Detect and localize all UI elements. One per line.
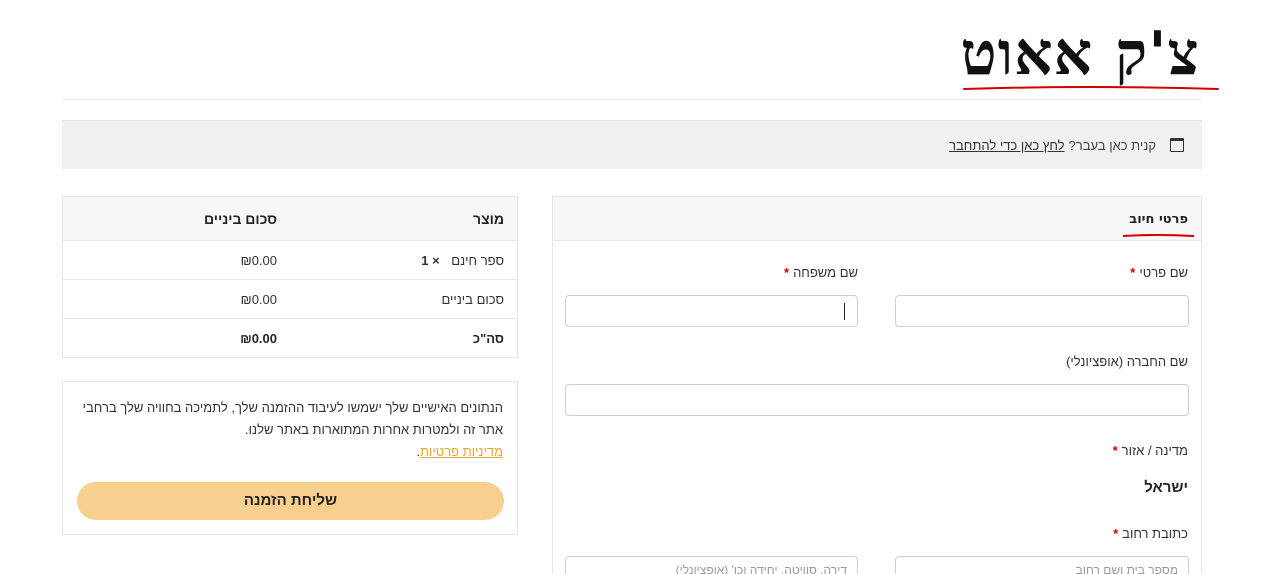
subtotal-label: סכום ביניים (441, 291, 504, 307)
table-row: ספר חינם × 1 ₪0.00 (63, 240, 517, 279)
login-notice: קנית כאן בעבר? לחץ כאן כדי להתחבר (62, 120, 1202, 169)
first-name-field[interactable] (895, 295, 1189, 327)
product-column-header: מוצר (473, 210, 504, 227)
billing-tab-underline (1122, 234, 1195, 237)
total-label: סה"כ (472, 330, 504, 346)
privacy-box: הנתונים האישיים שלך ישמשו לעיבוד ההזמנה … (62, 381, 518, 535)
privacy-text: הנתונים האישיים שלך ישמשו לעיבוד ההזמנה … (82, 400, 503, 437)
place-order-button[interactable]: שליחת הזמנה (77, 482, 504, 520)
first-name-label: שם פרטי* (1130, 265, 1188, 280)
privacy-policy-link[interactable]: מדיניות פרטיות (420, 444, 503, 459)
last-name-field[interactable] (565, 295, 858, 327)
order-summary-table: מוצר סכום ביניים ספר חינם × 1 ₪0.00 סכום… (62, 196, 518, 358)
street-address-label: כתובת רחוב* (1113, 526, 1188, 541)
street-address-placeholder: מספר בית ושם רחוב (1075, 563, 1178, 574)
billing-title[interactable]: פרטי חיוב (1129, 212, 1188, 227)
text-caret (844, 303, 845, 320)
page-title: צ'ק אאוט (960, 19, 1200, 89)
street-address-field[interactable]: מספר בית ושם רחוב (895, 556, 1189, 574)
billing-details: פרטי חיוב שם פרטי* שם משפחה* שם החברה (א… (552, 196, 1202, 574)
cart-item-total: ₪0.00 (240, 252, 277, 268)
total-value: ₪0.00 (240, 330, 277, 346)
subtotal-value: ₪0.00 (240, 291, 277, 307)
calendar-icon (1170, 138, 1184, 152)
apartment-placeholder: דירה, סוויטה, יחידה וכו' (אופציונלי) (675, 563, 847, 574)
country-value: ישראל (1144, 479, 1188, 496)
table-header-row: מוצר סכום ביניים (63, 197, 517, 240)
apartment-field[interactable]: דירה, סוויטה, יחידה וכו' (אופציונלי) (565, 556, 858, 574)
company-field[interactable] (565, 384, 1189, 416)
table-row: סכום ביניים ₪0.00 (63, 279, 517, 318)
billing-header: פרטי חיוב (553, 197, 1201, 241)
company-label: שם החברה (אופציונלי) (1066, 354, 1188, 369)
header-divider (62, 99, 1202, 100)
cart-item-quantity: × 1 (421, 252, 440, 268)
country-label: מדינה / אזור* (1112, 443, 1188, 458)
login-link[interactable]: לחץ כאן כדי להתחבר (949, 138, 1064, 153)
cart-item-name: ספר חינם (451, 252, 504, 268)
subtotal-column-header: סכום ביניים (203, 210, 277, 227)
returning-customer-text: קנית כאן בעבר? (1068, 137, 1156, 153)
cart-item: ספר חינם × 1 (290, 253, 517, 268)
title-underline (963, 86, 1219, 90)
table-row: סה"כ ₪0.00 (63, 318, 517, 357)
last-name-label: שם משפחה* (784, 265, 858, 280)
